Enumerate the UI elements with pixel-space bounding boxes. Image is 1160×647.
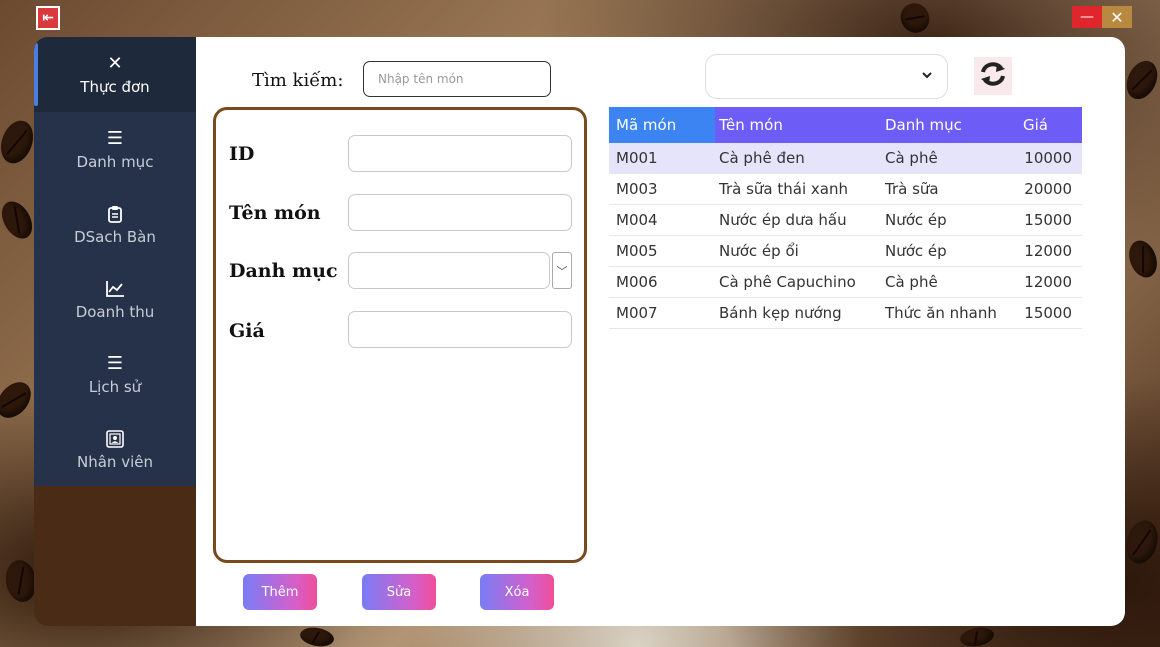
table-row[interactable]: M004 Nước ép dưa hấu Nước ép 15000 (609, 205, 1082, 236)
column-header[interactable]: Tên món (715, 116, 883, 134)
price-field[interactable] (348, 311, 572, 348)
table-cell: M001 (616, 149, 658, 167)
content-panel: Tìm kiếm: ID Tên món Danh mục ﹀ Giá Thêm… (196, 37, 1125, 626)
add-button[interactable]: Thêm (243, 574, 317, 610)
column-header[interactable]: Danh mục (883, 116, 1021, 134)
category-label: Danh mục (229, 260, 338, 282)
list-icon: ☰ (106, 128, 124, 149)
coffee-bean (0, 375, 38, 425)
employee-badge-icon (106, 428, 124, 450)
coffee-bean (1121, 516, 1160, 568)
table-cell: M003 (616, 180, 658, 198)
table-row[interactable]: M001 Cà phê đen Cà phê 10000 (609, 143, 1082, 174)
column-header[interactable]: Mã món (609, 107, 715, 143)
table-cell: Cà phê (885, 273, 938, 291)
sidebar-item-thuc-don[interactable]: ✕ Thực đơn (34, 37, 196, 112)
table-cell: M005 (616, 242, 658, 260)
table-cell: 15000 (1024, 211, 1072, 229)
refresh-icon (979, 61, 1007, 91)
coffee-bean (0, 116, 39, 168)
table-cell: Trà sữa thái xanh (719, 180, 848, 198)
main-window: ✕ Thực đơn ☰ Danh mục DSach Bàn Doanh th… (34, 37, 1125, 626)
refresh-button[interactable] (974, 57, 1012, 95)
sidebar-item-nhan-vien[interactable]: Nhân viên (34, 412, 196, 487)
edit-button[interactable]: Sửa (362, 574, 436, 610)
table-cell: M007 (616, 304, 658, 322)
table-cell: Nước ép (885, 211, 947, 229)
sidebar-item-danh-muc[interactable]: ☰ Danh mục (34, 112, 196, 187)
price-label: Giá (229, 320, 265, 342)
search-input[interactable] (363, 61, 551, 97)
category-filter-select[interactable] (705, 54, 948, 99)
chevron-down-icon (921, 68, 933, 84)
table-row[interactable]: M006 Cà phê Capuchino Cà phê 12000 (609, 267, 1082, 298)
table-cell: Thức ăn nhanh (885, 304, 997, 322)
item-form: ID Tên món Danh mục ﹀ Giá (213, 107, 587, 563)
chart-line-icon (105, 278, 125, 300)
table-cell: Cà phê Capuchino (719, 273, 856, 291)
table-cell: M006 (616, 273, 658, 291)
id-field[interactable] (348, 135, 572, 172)
category-combobox[interactable]: ﹀ (348, 252, 572, 289)
utensils-icon: ✕ (107, 53, 123, 74)
table-cell: Trà sữa (885, 180, 939, 198)
logout-icon[interactable]: ⇤ (36, 6, 60, 30)
sidebar-item-label: Danh mục (76, 153, 154, 171)
sidebar-item-label: Doanh thu (75, 303, 155, 321)
category-combobox-field[interactable] (348, 252, 550, 289)
id-label: ID (229, 143, 255, 165)
coffee-bean (298, 625, 336, 647)
table-cell: Nước ép (885, 242, 947, 260)
menu-table: Mã món Tên món Danh mục Giá M001 Cà phê … (609, 107, 1082, 329)
coffee-bean (1124, 236, 1160, 282)
table-row[interactable]: M005 Nước ép ổi Nước ép 12000 (609, 236, 1082, 267)
table-row[interactable]: M007 Bánh kẹp nướng Thức ăn nhanh 15000 (609, 298, 1082, 329)
table-cell: Cà phê đen (719, 149, 805, 167)
chevron-down-icon[interactable]: ﹀ (552, 252, 572, 289)
sidebar-item-label: Lịch sử (88, 378, 142, 396)
clipboard-icon (108, 203, 122, 225)
table-cell: M004 (616, 211, 658, 229)
coffee-bean (958, 625, 996, 647)
delete-button[interactable]: Xóa (480, 574, 554, 610)
sidebar-item-label: Nhân viên (77, 453, 153, 471)
search-label: Tìm kiếm: (252, 70, 344, 91)
table-row[interactable]: M003 Trà sữa thái xanh Trà sữa 20000 (609, 174, 1082, 205)
coffee-bean (1120, 55, 1160, 105)
sidebar-item-label: Thực đơn (80, 78, 150, 96)
sidebar-item-label: DSach Bàn (74, 228, 156, 246)
table-cell: Nước ép dưa hấu (719, 211, 847, 229)
sidebar: ✕ Thực đơn ☰ Danh mục DSach Bàn Doanh th… (34, 37, 196, 626)
coffee-bean (0, 196, 39, 244)
table-cell: Nước ép ổi (719, 242, 799, 260)
table-cell: Bánh kẹp nướng (719, 304, 842, 322)
sidebar-item-dsach-ban[interactable]: DSach Bàn (34, 187, 196, 262)
table-cell: 12000 (1024, 242, 1072, 260)
name-field[interactable] (348, 194, 572, 231)
sidebar-nav: ✕ Thực đơn ☰ Danh mục DSach Bàn Doanh th… (34, 37, 196, 486)
column-header[interactable]: Giá (1021, 116, 1082, 134)
table-cell: Cà phê (885, 149, 938, 167)
minimize-button[interactable]: — (1072, 6, 1102, 28)
table-cell: 20000 (1024, 180, 1072, 198)
table-cell: 12000 (1024, 273, 1072, 291)
table-cell: 15000 (1024, 304, 1072, 322)
close-button[interactable]: ✕ (1102, 6, 1132, 28)
table-cell: 10000 (1024, 149, 1072, 167)
table-header: Mã món Tên món Danh mục Giá (609, 107, 1082, 143)
sidebar-item-lich-su[interactable]: ☰ Lịch sử (34, 337, 196, 412)
sidebar-item-doanh-thu[interactable]: Doanh thu (34, 262, 196, 337)
name-label: Tên món (229, 202, 321, 224)
list-icon: ☰ (106, 353, 124, 374)
coffee-bean (895, 0, 935, 38)
